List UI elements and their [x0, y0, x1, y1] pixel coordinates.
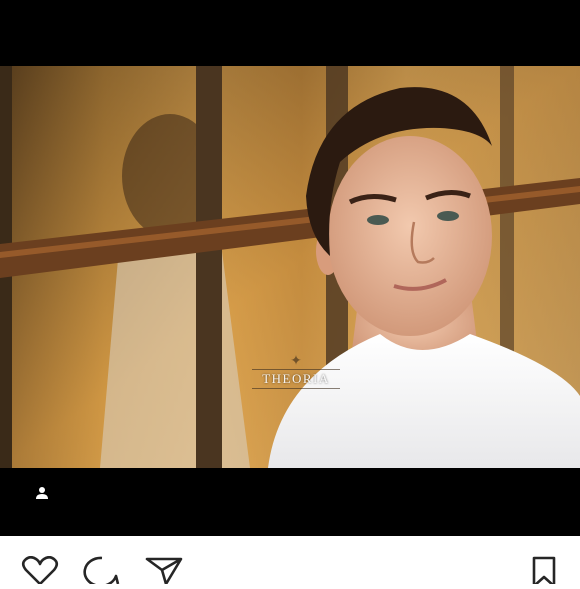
post-photo[interactable]: ✦ THEORIA [0, 66, 580, 468]
watermark-text: THEORIA [252, 369, 340, 389]
watermark-ornament-icon: ✦ [290, 352, 302, 368]
portrait-photo-illustration [0, 66, 580, 468]
photographer-watermark: ✦ THEORIA [236, 336, 356, 406]
person-icon [35, 486, 49, 505]
post-media-frame: ✦ THEORIA [0, 0, 580, 536]
bookmark-icon [524, 556, 564, 589]
heart-icon [20, 555, 60, 589]
paper-plane-icon [144, 556, 184, 589]
tagged-users-button[interactable] [30, 484, 54, 506]
speech-bubble-icon [82, 556, 122, 589]
post-action-bar [0, 536, 580, 588]
